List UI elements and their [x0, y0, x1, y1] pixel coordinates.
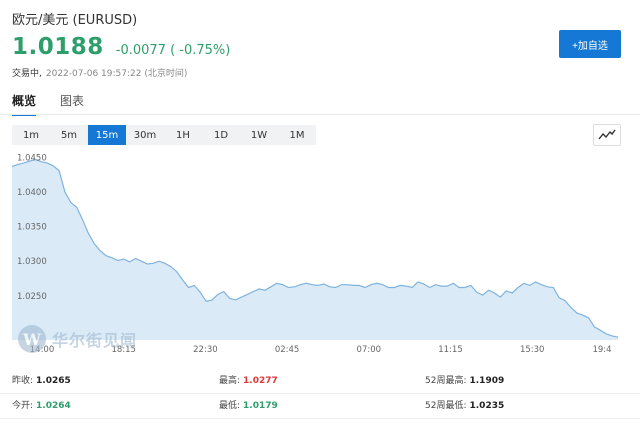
y-tick-label: 1.0400 [17, 188, 47, 198]
x-tick-label: 11:15 [438, 345, 463, 355]
timestamp: 2022-07-06 19:57:22 (北京时间) [45, 69, 188, 79]
watermark-text: 华尔街见闻 [52, 331, 138, 350]
x-tick-label: 19:4 [592, 345, 611, 355]
y-tick-label: 1.0450 [17, 154, 47, 164]
x-tick-label: 22:30 [193, 345, 218, 355]
add-watchlist-button[interactable]: +加自选 [559, 30, 621, 58]
x-tick-label: 02:45 [275, 345, 300, 355]
stat-high: 最高: 1.0277 [219, 376, 278, 386]
period-1d[interactable]: 1D [202, 125, 240, 145]
trading-status: 交易中, 2022-07-06 19:57:22 (北京时间) [12, 66, 187, 79]
last-price: 1.0188 [12, 34, 104, 60]
stat-prev-close: 昨收: 1.0265 [12, 376, 71, 386]
period-1mo[interactable]: 1M [278, 125, 316, 145]
tab-chart[interactable]: 图表 [60, 92, 84, 116]
y-tick-label: 1.0350 [17, 223, 47, 233]
y-tick-label: 1.0250 [17, 292, 47, 302]
watermark: W 华尔街见闻 [18, 325, 137, 353]
price-change: -0.0077 ( -0.75%) [115, 43, 231, 58]
x-tick-label: 15:30 [520, 345, 545, 355]
watermark-logo-icon: W [18, 325, 46, 353]
stat-open: 今开: 1.0264 [12, 401, 71, 411]
stats-row: 昨收: 1.0265 最高: 1.0277 52周最高: 1.1909 [0, 366, 640, 394]
y-tick-label: 1.0300 [17, 257, 47, 267]
period-1m[interactable]: 1m [12, 125, 50, 145]
period-15m[interactable]: 15m [88, 125, 126, 145]
period-selector: 1m 5m 15m 30m 1H 1D 1W 1M [12, 125, 316, 145]
line-chart-icon [598, 129, 616, 140]
price-row: 1.0188 -0.0077 ( -0.75%) [12, 34, 230, 60]
period-1h[interactable]: 1H [164, 125, 202, 145]
status-text: 交易中, [12, 69, 42, 79]
period-30m[interactable]: 30m [126, 125, 164, 145]
chart-type-button[interactable] [593, 124, 621, 146]
stat-52w-high: 52周最高: 1.1909 [425, 376, 505, 386]
tabs-divider [0, 114, 640, 115]
stats-row: 今开: 1.0264 最低: 1.0179 52周最低: 1.0235 [0, 391, 640, 419]
view-tabs: 概览 图表 [12, 92, 108, 116]
stat-low: 最低: 1.0179 [219, 401, 278, 411]
period-5m[interactable]: 5m [50, 125, 88, 145]
instrument-title: 欧元/美元 (EURUSD) [12, 13, 138, 28]
x-tick-label: 07:00 [357, 345, 382, 355]
tab-overview[interactable]: 概览 [12, 92, 37, 116]
stat-52w-low: 52周最低: 1.0235 [425, 401, 505, 411]
period-1w[interactable]: 1W [240, 125, 278, 145]
